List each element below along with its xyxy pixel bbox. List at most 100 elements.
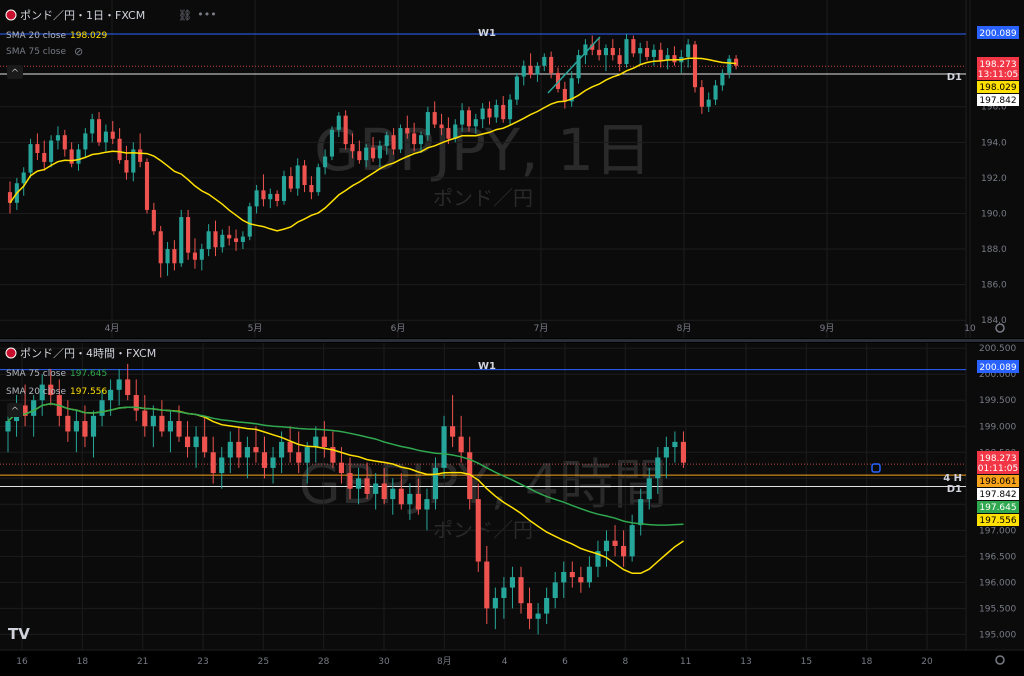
bottom-symbol-title[interactable]: ポンド／円・4時間・FXCM <box>20 347 156 360</box>
candle-body <box>364 147 369 161</box>
candle-body <box>199 249 204 260</box>
top-symbol-title[interactable]: ポンド／円・1日・FXCM <box>20 9 145 22</box>
candle-body <box>355 478 362 489</box>
x-tick-label: 7月 <box>534 323 549 334</box>
candle-body <box>99 400 105 416</box>
top-indicator-2-label[interactable]: SMA 75 close <box>6 47 66 57</box>
candle-body <box>275 193 280 202</box>
candle-body <box>206 231 211 250</box>
candle-body <box>103 131 108 143</box>
candle-body <box>96 119 102 143</box>
candle-body <box>610 48 615 56</box>
x-tick-label: 6月 <box>391 323 406 334</box>
candle-body <box>603 540 610 552</box>
candle-body <box>288 176 293 189</box>
candle-body <box>316 167 321 193</box>
candle-body <box>407 493 413 505</box>
candle-body <box>142 410 148 427</box>
candle-body <box>172 249 177 264</box>
x-tick-label: 18 <box>77 657 89 667</box>
candle-body <box>672 55 677 63</box>
candle-body <box>561 571 567 583</box>
candle-body <box>192 252 198 260</box>
y-tick-label: 192.0 <box>981 174 1007 184</box>
candle-body <box>165 249 170 264</box>
candle-body <box>343 115 348 145</box>
candle-body <box>562 88 567 102</box>
candle-body <box>526 603 533 619</box>
y-tick-label: 186.0 <box>981 281 1007 291</box>
candle-body <box>108 389 114 401</box>
candle-body <box>270 457 276 468</box>
alert-marker[interactable] <box>871 463 881 473</box>
top-badge-last-text: 198.273 <box>979 60 1016 70</box>
x-tick-label: 13 <box>740 657 751 667</box>
candle-body <box>76 149 81 164</box>
candle-body <box>487 108 492 118</box>
y-tick-label: 199.500 <box>979 396 1016 406</box>
y-tick-label: 194.0 <box>981 138 1007 148</box>
candle-body <box>350 144 355 152</box>
candle-body <box>480 108 485 120</box>
candle-body <box>138 149 143 162</box>
top-symbol-flag-icon <box>5 9 17 21</box>
candle-body <box>509 577 516 588</box>
candle-body <box>720 72 725 86</box>
x-tick-label: 8 <box>622 657 628 667</box>
candle-body <box>42 152 47 162</box>
candle-body <box>69 149 74 164</box>
bottom-symbol-flag-icon <box>5 347 17 359</box>
candle-body <box>405 128 410 134</box>
x-tick-label: 11 <box>680 657 691 667</box>
top-indicator-1-label[interactable]: SMA 20 close <box>6 31 66 41</box>
bottom-indicator-1-label[interactable]: SMA 75 close <box>6 369 66 379</box>
y-tick-label: 195.500 <box>979 604 1016 614</box>
candle-body <box>680 441 687 463</box>
candle-body <box>253 447 259 453</box>
candle-body <box>621 545 627 557</box>
candle-body <box>484 561 490 609</box>
candle-body <box>390 488 396 500</box>
candle-body <box>287 441 293 453</box>
candle-body <box>184 436 191 448</box>
candle-body <box>644 48 650 57</box>
candle-body <box>281 176 287 202</box>
candle-body <box>603 48 609 56</box>
candle-body <box>460 110 465 125</box>
candle-body <box>501 587 507 598</box>
candle-body <box>227 441 233 458</box>
candle-body <box>377 145 382 159</box>
candle-body <box>227 234 232 239</box>
y-tick-label: 188.0 <box>981 245 1007 255</box>
bottom-indicator-1-value: 197.645 <box>70 369 107 379</box>
candle-body <box>631 39 636 54</box>
bottom-indicator-2-label[interactable]: SMA 20 close <box>6 387 66 397</box>
x-tick-label: 15 <box>801 657 812 667</box>
candle-body <box>296 452 302 463</box>
hidden-eye-icon[interactable]: ⊘ <box>74 45 83 58</box>
candle-body <box>186 217 191 253</box>
candle-body <box>176 421 182 437</box>
candle-body <box>578 577 584 583</box>
x-tick-label: 21 <box>137 657 148 667</box>
candle-body <box>202 436 208 453</box>
chevron-up-icon: ^ <box>11 68 19 79</box>
candle-body <box>713 85 718 100</box>
x-tick-label: 20 <box>921 657 933 667</box>
candle-body <box>233 238 239 242</box>
candle-body <box>28 144 33 173</box>
chart-svg: GBPJPY, 1日 ポンド／円 GBPJPY, 4時間 ポンド／円 184.0… <box>0 0 1024 667</box>
candle-body <box>125 379 131 396</box>
bottom-x-tick-labels: 16 18 21 23 25 28 30 8月 4 6 8 11 13 15 18 20 <box>16 656 933 667</box>
candle-body <box>692 44 698 88</box>
bottom-settings-gear-icon[interactable] <box>995 655 1005 665</box>
candle-body <box>338 462 345 474</box>
x-tick-label: 28 <box>318 657 330 667</box>
candle-body <box>586 566 592 583</box>
candle-body <box>323 156 328 168</box>
candle-body <box>219 457 225 474</box>
candle-body <box>268 193 273 200</box>
x-tick-label: 18 <box>861 657 873 667</box>
tradingview-logo[interactable]: TV <box>8 625 30 643</box>
candle-body <box>302 165 307 186</box>
